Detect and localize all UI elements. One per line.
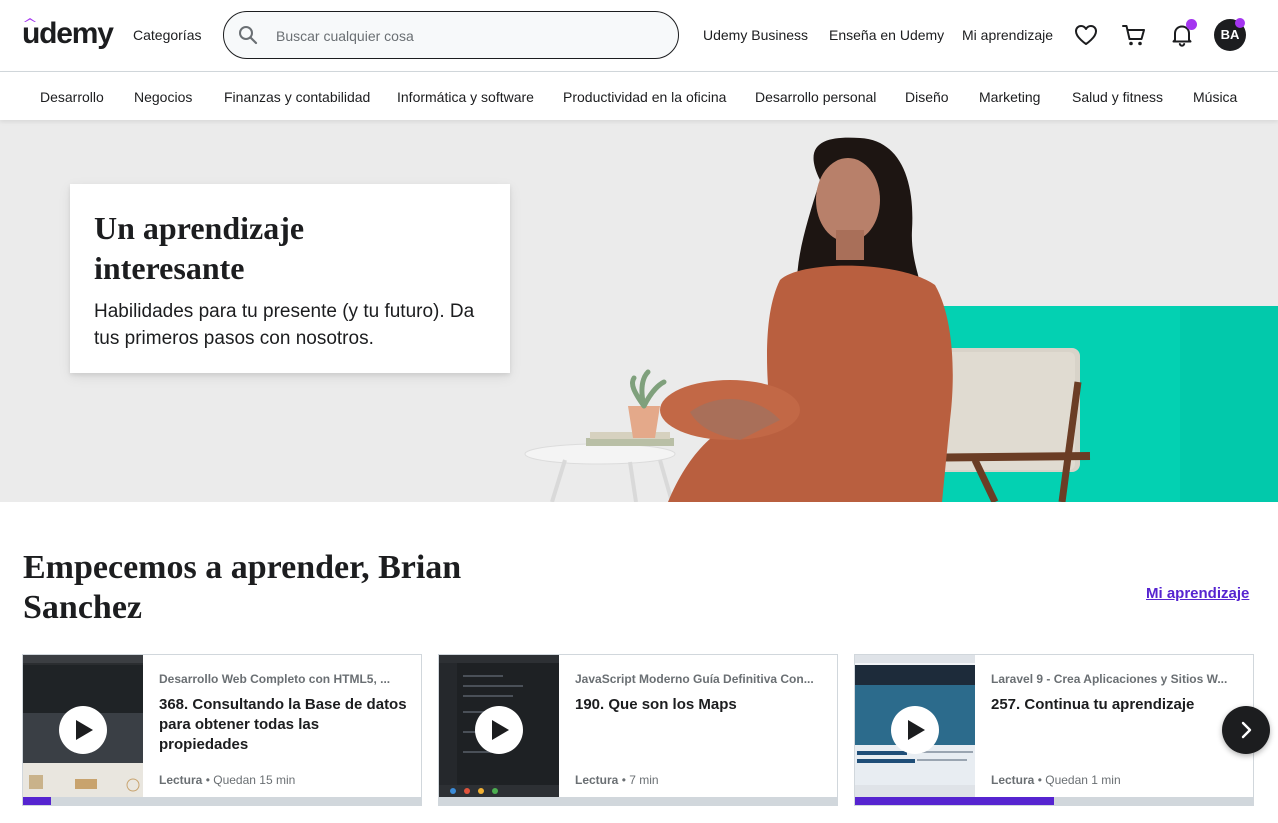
card-body: JavaScript Moderno Guía Definitiva Con..…: [575, 671, 823, 715]
play-icon: [76, 720, 93, 740]
hero-card: Un aprendizaje interesante Habilidades p…: [70, 184, 510, 373]
category-musica[interactable]: Música: [1193, 88, 1237, 106]
play-button[interactable]: [59, 706, 107, 754]
search-bar[interactable]: [223, 11, 679, 59]
category-desarrollo-personal[interactable]: Desarrollo personal: [755, 88, 876, 106]
cart-icon[interactable]: [1121, 22, 1147, 48]
category-desarrollo[interactable]: Desarrollo: [40, 88, 104, 106]
play-icon: [908, 720, 925, 740]
search-input[interactable]: [276, 24, 656, 48]
lecture-title: 257. Continua tu aprendizaje: [991, 696, 1195, 713]
udemy-business-link[interactable]: Udemy Business: [703, 26, 808, 44]
lecture-type: Lectura: [159, 773, 203, 787]
time-remaining: Quedan 1 min: [1045, 773, 1121, 787]
lecture-title: 368. Consultando la Base de datos para o…: [159, 696, 407, 753]
category-salud-fitness[interactable]: Salud y fitness: [1072, 88, 1163, 106]
lecture-meta: Lectura • 7 min: [575, 773, 659, 787]
my-learning-link[interactable]: Mi aprendizaje: [1146, 585, 1249, 602]
category-bar: Desarrollo Negocios Finanzas y contabili…: [0, 72, 1278, 120]
categories-menu[interactable]: Categorías: [133, 26, 201, 44]
course-title: Laravel 9 - Crea Aplicaciones y Sitios W…: [991, 672, 1228, 686]
avatar-badge-dot: [1235, 18, 1245, 28]
progress-bar: [439, 797, 837, 805]
course-thumbnail[interactable]: [23, 655, 143, 797]
category-marketing[interactable]: Marketing: [979, 88, 1040, 106]
greeting-heading: Empecemos a aprender, Brian Sanchez: [23, 549, 462, 626]
hero-banner: Un aprendizaje interesante Habilidades p…: [0, 120, 1278, 502]
category-finanzas[interactable]: Finanzas y contabilidad: [224, 88, 370, 106]
time-remaining: 7 min: [629, 773, 659, 787]
card-body: Laravel 9 - Crea Aplicaciones y Sitios W…: [991, 671, 1239, 715]
play-button[interactable]: [891, 706, 939, 754]
lecture-type: Lectura: [575, 773, 619, 787]
category-diseno[interactable]: Diseño: [905, 88, 949, 106]
wishlist-heart-icon[interactable]: [1073, 22, 1099, 48]
carousel-next-button[interactable]: [1222, 706, 1270, 754]
progress-fill: [23, 797, 51, 805]
course-card[interactable]: JavaScript Moderno Guía Definitiva Con..…: [438, 654, 838, 806]
hero-title: Un aprendizaje interesante: [94, 210, 305, 286]
category-productividad[interactable]: Productividad en la oficina: [563, 88, 726, 106]
lecture-title: 190. Que son los Maps: [575, 696, 737, 713]
course-thumbnail[interactable]: [855, 655, 975, 797]
search-icon[interactable]: [238, 25, 258, 45]
course-card[interactable]: Desarrollo Web Completo con HTML5, ... 3…: [22, 654, 422, 806]
lecture-meta: Lectura • Quedan 15 min: [159, 773, 295, 787]
time-remaining: Quedan 15 min: [213, 773, 296, 787]
notification-badge-dot: [1186, 19, 1197, 30]
logo-cap-icon: [24, 18, 36, 22]
play-icon: [492, 720, 509, 740]
card-body: Desarrollo Web Completo con HTML5, ... 3…: [159, 671, 407, 755]
teach-on-udemy-link[interactable]: Enseña en Udemy: [829, 26, 944, 44]
course-card[interactable]: Laravel 9 - Crea Aplicaciones y Sitios W…: [854, 654, 1254, 806]
progress-bar: [23, 797, 421, 805]
udemy-logo[interactable]: udemy: [22, 16, 114, 52]
course-title: JavaScript Moderno Guía Definitiva Con..…: [575, 672, 814, 686]
progress-fill: [855, 797, 1054, 805]
lecture-type: Lectura: [991, 773, 1035, 787]
category-negocios[interactable]: Negocios: [134, 88, 192, 106]
top-header: udemy Categorías Udemy Business Enseña e…: [0, 0, 1278, 72]
course-thumbnail[interactable]: [439, 655, 559, 797]
lecture-meta: Lectura • Quedan 1 min: [991, 773, 1121, 787]
category-informatica[interactable]: Informática y software: [397, 88, 534, 106]
hero-subtitle: Habilidades para tu presente (y tu futur…: [94, 301, 475, 349]
chevron-right-icon: [1241, 721, 1252, 739]
my-learning-nav-link[interactable]: Mi aprendizaje: [962, 26, 1053, 44]
progress-bar: [855, 797, 1253, 805]
course-title: Desarrollo Web Completo con HTML5, ...: [159, 672, 391, 686]
play-button[interactable]: [475, 706, 523, 754]
